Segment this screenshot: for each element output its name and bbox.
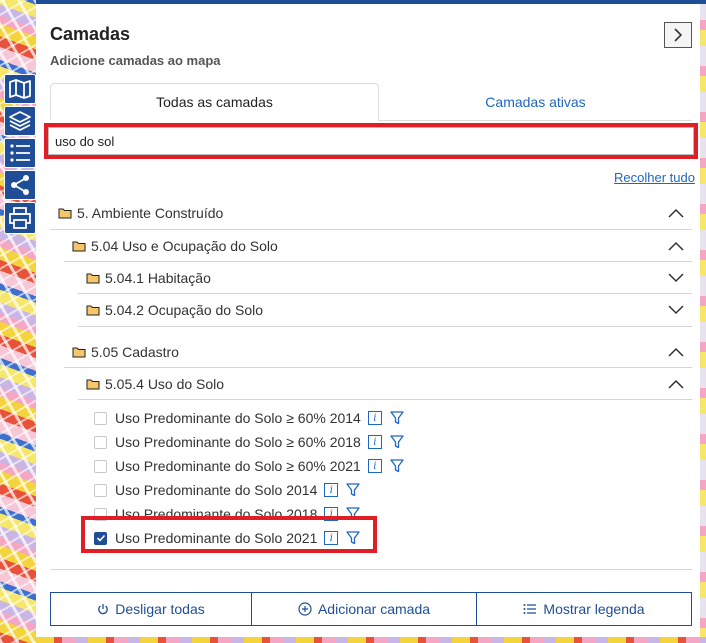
tree-group-label: 5. Ambiente Construído — [77, 205, 224, 221]
tree-subgroup-5-04[interactable]: 5.04 Uso e Ocupação do Solo — [64, 230, 692, 262]
collapse-all-link[interactable]: Recolher tudo — [614, 170, 695, 185]
tab-all-layers[interactable]: Todas as camadas — [50, 83, 379, 121]
chevron-down-icon — [668, 305, 684, 315]
layer-label: Uso Predominante do Solo ≥ 60% 2018 — [115, 434, 361, 450]
tab-active-layers[interactable]: Camadas ativas — [379, 83, 692, 121]
layers-panel: Camadas Adicione camadas ao mapa Todas a… — [36, 4, 700, 637]
chevron-up-icon — [668, 347, 684, 357]
tree-group-ambiente-construido[interactable]: 5. Ambiente Construído — [50, 197, 692, 230]
map-background-right — [700, 0, 706, 643]
chevron-up-icon — [668, 208, 684, 218]
tree-subgroup-label: 5.04.1 Habitação — [105, 269, 211, 286]
folder-icon — [72, 241, 86, 251]
layer-label: Uso Predominante do Solo ≥ 60% 2021 — [115, 458, 361, 474]
filter-icon[interactable] — [346, 483, 361, 497]
chevron-down-icon — [668, 272, 684, 282]
share-icon — [11, 175, 29, 195]
layers-button[interactable] — [4, 106, 36, 136]
layer-checkbox[interactable] — [94, 411, 107, 425]
tree-subgroup-5-04-2[interactable]: 5.04.2 Ocupação do Solo — [78, 294, 692, 327]
tree-subgroup-label: 5.04.2 Ocupação do Solo — [105, 302, 264, 318]
map-toolbar — [4, 74, 36, 236]
layer-checkbox[interactable] — [94, 483, 107, 497]
folder-icon — [86, 273, 100, 283]
layer-checkbox[interactable] — [94, 435, 107, 449]
filter-icon[interactable] — [390, 459, 404, 473]
tree-subgroup-label: 5.04 Uso e Ocupação do Solo — [91, 237, 278, 254]
list-icon — [523, 604, 537, 614]
list-item[interactable]: Uso Predominante do Solo ≥ 60% 2018 i — [94, 431, 404, 453]
folder-icon — [58, 208, 72, 219]
tree-subgroup-5-05-4[interactable]: 5.05.4 Uso do Solo — [78, 368, 692, 400]
info-icon[interactable]: i — [324, 483, 339, 497]
filter-icon[interactable] — [390, 411, 404, 425]
map-background-bottom — [36, 637, 706, 643]
print-button[interactable] — [4, 202, 36, 234]
show-legend-button[interactable]: Mostrar legenda — [476, 592, 692, 626]
map-icon — [9, 79, 31, 99]
list-item[interactable]: Uso Predominante do Solo ≥ 60% 2021 i — [94, 455, 404, 477]
add-layer-button[interactable]: Adicionar camada — [251, 592, 477, 626]
show-legend-label: Mostrar legenda — [543, 601, 645, 617]
share-button[interactable] — [4, 170, 36, 200]
legend-list-button[interactable] — [4, 138, 36, 168]
layers-icon — [9, 111, 31, 131]
tree-subgroup-label: 5.05 Cadastro — [91, 343, 179, 360]
list-item[interactable]: Uso Predominante do Solo 2014 i — [94, 479, 361, 501]
chevron-right-icon — [674, 28, 683, 42]
info-icon[interactable]: i — [367, 435, 382, 449]
info-icon[interactable]: i — [367, 411, 382, 425]
action-bar: Desligar todas Adicionar camada Mostrar … — [50, 592, 692, 626]
plus-circle-icon — [298, 602, 312, 616]
info-icon[interactable]: i — [367, 459, 382, 473]
filter-icon[interactable] — [390, 435, 404, 449]
search-highlight — [44, 123, 698, 159]
layer-tabs: Todas as camadas Camadas ativas — [50, 83, 692, 121]
disable-all-label: Desligar todas — [115, 601, 205, 617]
layer-checkbox[interactable] — [94, 459, 107, 473]
divider — [50, 569, 692, 570]
layer-label: Uso Predominante do Solo 2014 — [115, 482, 318, 498]
search-input[interactable] — [48, 127, 694, 155]
layer-highlight — [81, 516, 377, 553]
disable-all-button[interactable]: Desligar todas — [50, 592, 252, 626]
power-icon — [98, 604, 109, 615]
folder-icon — [86, 305, 100, 316]
layer-label: Uso Predominante do Solo ≥ 60% 2014 — [115, 410, 361, 426]
tree-subgroup-5-05[interactable]: 5.05 Cadastro — [64, 336, 692, 368]
collapse-panel-button[interactable] — [664, 22, 692, 48]
panel-subtitle: Adicione camadas ao mapa — [50, 53, 221, 68]
printer-icon — [9, 207, 31, 229]
tree-subgroup-5-04-1[interactable]: 5.04.1 Habitação — [78, 262, 692, 294]
tree-subgroup-label: 5.05.4 Uso do Solo — [105, 375, 225, 392]
map-button[interactable] — [4, 74, 36, 104]
list-item[interactable]: Uso Predominante do Solo ≥ 60% 2014 i — [94, 407, 404, 429]
chevron-up-icon — [668, 241, 684, 251]
folder-icon — [86, 379, 100, 389]
add-layer-label: Adicionar camada — [317, 601, 431, 617]
list-icon — [10, 144, 30, 162]
panel-title: Camadas — [50, 24, 131, 44]
folder-icon — [72, 347, 86, 357]
chevron-up-icon — [668, 379, 684, 389]
